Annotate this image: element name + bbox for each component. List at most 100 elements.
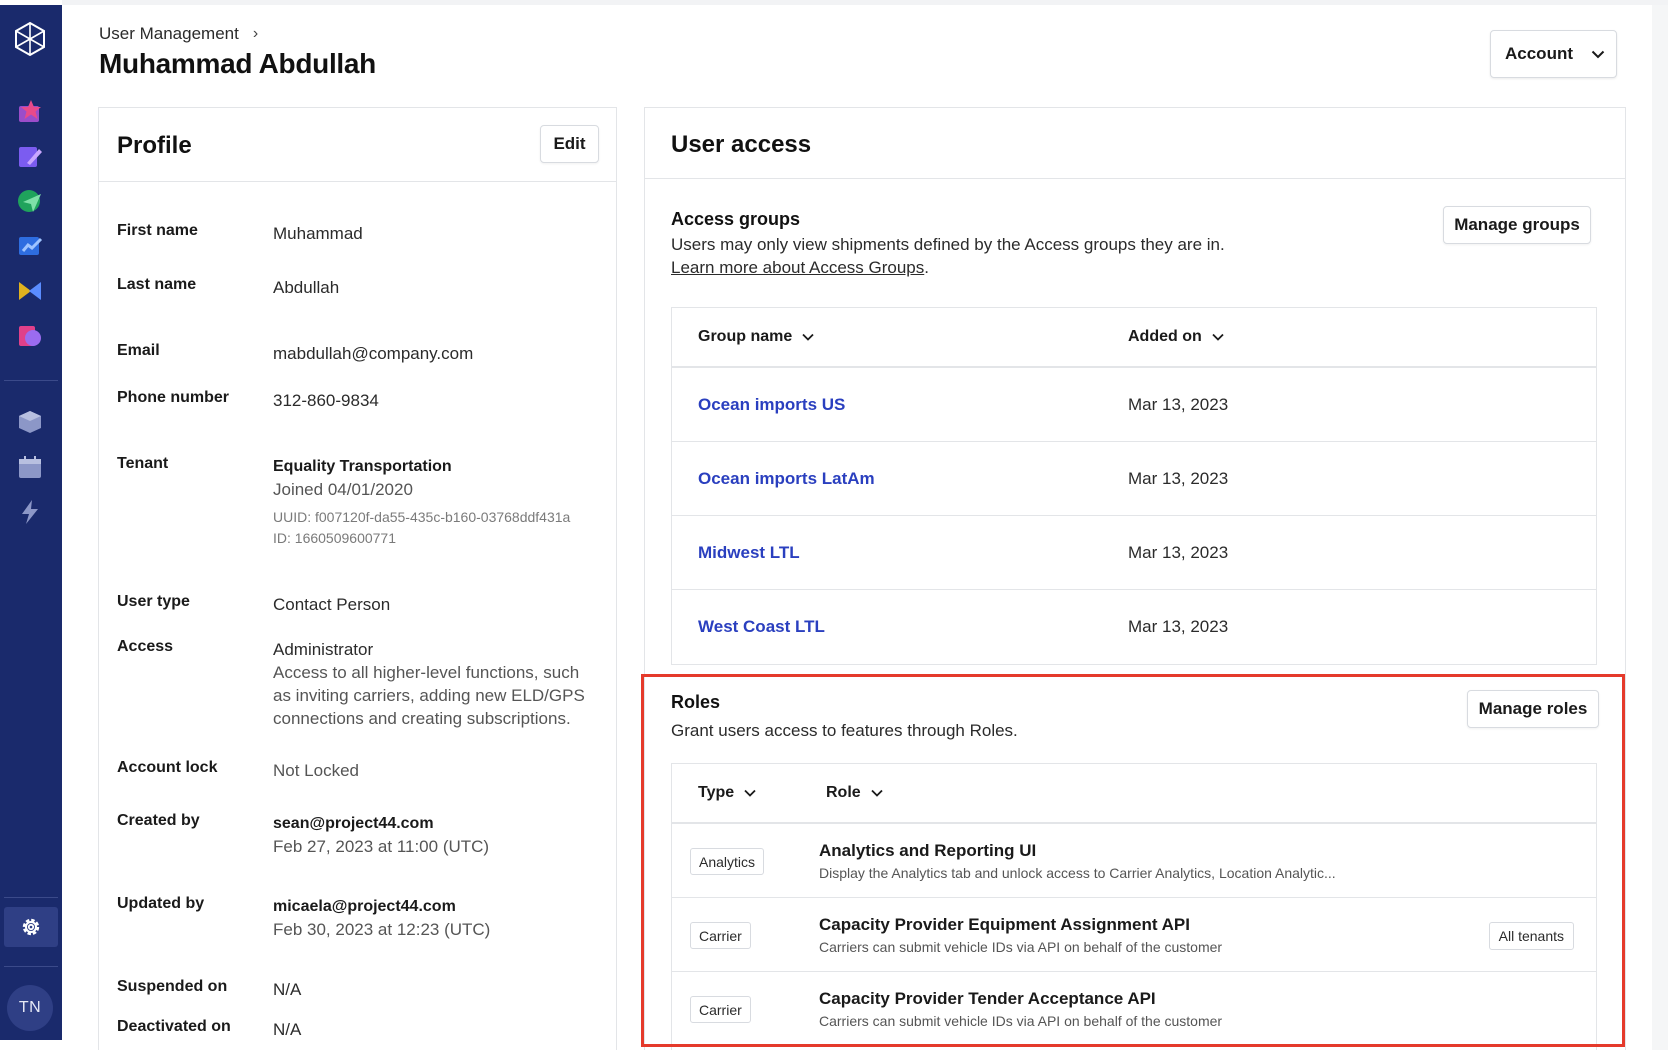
tenant-uuid: UUID: f007120f-da55-435c-b160-03768ddf43… — [273, 509, 571, 525]
roles-description: Grant users access to features through R… — [671, 721, 1018, 740]
field-label: Created by — [117, 812, 200, 829]
learn-more-link[interactable]: Learn more about Access Groups — [671, 258, 924, 277]
first-name-value: Muhammad — [273, 224, 363, 243]
tenant-name: Equality Transportation — [273, 458, 452, 475]
edit-profile-button[interactable]: Edit — [540, 125, 599, 163]
automation-icon[interactable] — [17, 499, 43, 525]
group-name-link[interactable]: Ocean imports LatAm — [698, 469, 875, 489]
role-type-badge: Carrier — [690, 922, 751, 949]
created-by-date: Feb 27, 2023 at 11:00 (UTC) — [273, 837, 490, 856]
shipments-icon[interactable] — [17, 98, 43, 124]
access-groups-table: Group name Added on Ocean imports US Mar… — [671, 307, 1597, 665]
field-label: Account lock — [117, 759, 218, 776]
field-label: Suspended on — [117, 978, 228, 995]
inventory-icon[interactable] — [17, 409, 43, 435]
avatar[interactable]: TN — [7, 985, 53, 1031]
column-header-added-on[interactable]: Added on — [1128, 328, 1224, 346]
updated-by-value: micaela@project44.com Feb 30, 2023 at 12… — [273, 895, 593, 941]
analytics-icon[interactable] — [17, 233, 43, 259]
access-value: Administrator Access to all higher-level… — [273, 638, 593, 730]
role-type-badge: Analytics — [690, 848, 765, 875]
field-label: Tenant — [117, 455, 169, 472]
column-label: Added on — [1128, 328, 1202, 345]
field-label: Access — [117, 638, 174, 655]
tracking-icon[interactable] — [17, 188, 43, 214]
breadcrumb-user-management[interactable]: User Management — [99, 24, 239, 44]
table-row: Midwest LTL Mar 13, 2023 — [672, 516, 1596, 590]
access-groups-learn-more: Learn more about Access Groups. — [671, 258, 929, 278]
scroll-gutter — [1652, 5, 1668, 1050]
column-header-group-name[interactable]: Group name — [698, 328, 814, 346]
role-scope-badge: All tenants — [1488, 922, 1574, 950]
profile-card: Profile Edit First name Muhammad Last na… — [98, 107, 617, 1050]
account-lock-value: Not Locked — [273, 761, 359, 780]
column-header-role[interactable]: Role — [826, 784, 883, 802]
group-name-link[interactable]: West Coast LTL — [698, 617, 825, 637]
updated-by-date: Feb 30, 2023 at 12:23 (UTC) — [273, 920, 491, 939]
created-by-email: sean@project44.com — [273, 815, 434, 832]
roles-title: Roles — [671, 692, 721, 712]
chevron-down-icon — [871, 789, 883, 797]
role-description: Carriers can submit vehicle IDs via API … — [819, 939, 1223, 955]
field-label: Phone number — [117, 389, 230, 406]
chevron-down-icon — [744, 789, 756, 797]
group-name-link[interactable]: Ocean imports US — [698, 395, 845, 415]
chevron-right-icon: › — [252, 25, 259, 42]
role-name: Capacity Provider Tender Acceptance API — [819, 989, 1156, 1008]
table-header: Type Role — [672, 764, 1596, 824]
role-description: Carriers can submit vehicle IDs via API … — [819, 1013, 1223, 1029]
table-row: Carrier Capacity Provider Tender Accepta… — [672, 972, 1596, 1046]
profile-title: Profile — [117, 132, 192, 159]
table-row: Ocean imports US Mar 13, 2023 — [672, 368, 1596, 442]
table-row: Carrier Capacity Provider Equipment Assi… — [672, 898, 1596, 972]
table-row: Ocean imports LatAm Mar 13, 2023 — [672, 442, 1596, 516]
field-label: First name — [117, 222, 198, 239]
group-added-date: Mar 13, 2023 — [1128, 395, 1229, 414]
group-added-date: Mar 13, 2023 — [1128, 469, 1229, 488]
role-description: Display the Analytics tab and unlock acc… — [819, 865, 1336, 881]
sidebar-divider — [4, 897, 58, 898]
access-description: Access to all higher-level functions, su… — [273, 663, 585, 728]
carriers-icon[interactable] — [17, 278, 43, 304]
account-button-label: Account — [1505, 44, 1573, 63]
profile-card-header: Profile Edit — [99, 108, 616, 182]
logo-icon[interactable] — [12, 21, 48, 57]
manage-roles-button[interactable]: Manage roles — [1467, 690, 1599, 728]
tenant-joined: Joined 04/01/2020 — [273, 480, 413, 499]
role-name: Analytics and Reporting UI — [819, 841, 1037, 860]
access-groups-title: Access groups — [671, 209, 801, 229]
created-by-value: sean@project44.com Feb 27, 2023 at 11:00… — [273, 812, 593, 858]
tenant-value: Equality Transportation Joined 04/01/202… — [273, 455, 593, 549]
tenant-id: ID: 1660509600771 — [273, 530, 396, 546]
sidebar-divider — [4, 966, 58, 967]
group-added-date: Mar 13, 2023 — [1128, 617, 1229, 636]
group-added-date: Mar 13, 2023 — [1128, 543, 1229, 562]
calendar-icon[interactable] — [17, 454, 43, 480]
sidebar-divider — [4, 380, 58, 381]
group-name-link[interactable]: Midwest LTL — [698, 543, 800, 563]
top-strip — [62, 0, 1668, 5]
access-level: Administrator — [273, 640, 374, 659]
phone-value: 312-860-9834 — [273, 391, 379, 410]
notes-icon[interactable] — [17, 143, 43, 169]
sidebar: TN — [0, 5, 62, 1040]
email-value: mabdullah@company.com — [273, 344, 474, 363]
chevron-down-icon — [802, 333, 814, 341]
column-label: Role — [826, 784, 861, 801]
manage-groups-button[interactable]: Manage groups — [1443, 206, 1591, 244]
sidebar-item-settings[interactable] — [4, 907, 58, 947]
deactivated-on-value: N/A — [273, 1020, 302, 1039]
account-button[interactable]: Account — [1490, 30, 1617, 78]
settings-icon — [22, 918, 40, 936]
user-access-title: User access — [671, 131, 812, 158]
field-label: Email — [117, 342, 160, 359]
column-header-type[interactable]: Type — [698, 784, 756, 802]
field-label: Last name — [117, 276, 197, 293]
learn-more-suffix: . — [924, 258, 929, 277]
column-label: Group name — [698, 328, 793, 345]
table-row: Analytics Analytics and Reporting UI Dis… — [672, 824, 1596, 898]
role-name: Capacity Provider Equipment Assignment A… — [819, 915, 1190, 934]
documents-icon[interactable] — [17, 323, 43, 349]
updated-by-email: micaela@project44.com — [273, 898, 456, 915]
chevron-down-icon — [1212, 333, 1224, 341]
